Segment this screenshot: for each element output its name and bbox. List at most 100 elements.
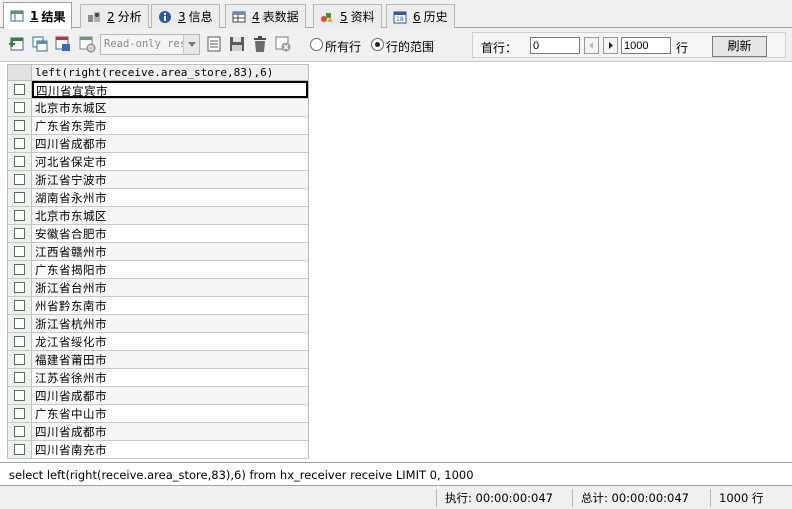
tab-table-data[interactable]: 4 表数据 <box>225 4 306 28</box>
row-checkbox[interactable] <box>14 372 25 383</box>
row-selector[interactable] <box>8 333 32 350</box>
row-selector[interactable] <box>8 423 32 440</box>
table-row[interactable]: 江苏省徐州市 <box>7 369 309 387</box>
tab-results[interactable]: 1 结果 <box>3 2 73 29</box>
row-selector[interactable] <box>8 243 32 260</box>
table-row[interactable]: 北京市东城区 <box>7 99 309 117</box>
table-row[interactable]: 广东省揭阳市 <box>7 261 309 279</box>
readonly-mode-select[interactable]: Read-only res <box>100 34 200 55</box>
row-selector[interactable] <box>8 225 32 242</box>
row-selector[interactable] <box>8 189 32 206</box>
row-selector[interactable] <box>8 99 32 116</box>
row-checkbox[interactable] <box>14 264 25 275</box>
row-checkbox[interactable] <box>14 354 25 365</box>
table-cell[interactable]: 福建省莆田市 <box>32 351 308 368</box>
table-row[interactable]: 四川省宜宾市 <box>7 81 309 99</box>
table-cell[interactable]: 四川省成都市 <box>32 423 308 440</box>
row-selector[interactable] <box>8 405 32 422</box>
table-cell[interactable]: 四川省宜宾市 <box>32 81 308 98</box>
table-cell[interactable]: 广东省东莞市 <box>32 117 308 134</box>
row-selector[interactable] <box>8 135 32 152</box>
table-row[interactable]: 广东省中山市 <box>7 405 309 423</box>
row-selector[interactable] <box>8 369 32 386</box>
row-selector[interactable] <box>8 315 32 332</box>
row-checkbox[interactable] <box>14 156 25 167</box>
row-checkbox[interactable] <box>14 444 25 455</box>
table-cell[interactable]: 江西省赣州市 <box>32 243 308 260</box>
table-row[interactable]: 安徽省合肥市 <box>7 225 309 243</box>
tab-history[interactable]: 18 6 历史 <box>386 4 455 28</box>
table-cell[interactable]: 北京市东城区 <box>32 207 308 224</box>
duplicate-row-icon[interactable] <box>31 35 49 53</box>
table-cell[interactable]: 湖南省永州市 <box>32 189 308 206</box>
table-cell[interactable]: 浙江省台州市 <box>32 279 308 296</box>
table-row[interactable]: 四川省成都市 <box>7 387 309 405</box>
next-page-button[interactable] <box>603 37 618 54</box>
table-row[interactable]: 龙江省绥化市 <box>7 333 309 351</box>
export-icon[interactable] <box>205 35 223 53</box>
row-checkbox[interactable] <box>14 318 25 329</box>
table-row[interactable]: 福建省莆田市 <box>7 351 309 369</box>
table-cell[interactable]: 州省黔东南市 <box>32 297 308 314</box>
tab-profiler[interactable]: 2 分析 <box>80 4 149 28</box>
previous-page-button[interactable] <box>584 37 599 54</box>
row-checkbox[interactable] <box>14 192 25 203</box>
row-checkbox[interactable] <box>14 174 25 185</box>
row-selector[interactable] <box>8 207 32 224</box>
row-checkbox[interactable] <box>14 120 25 131</box>
row-checkbox[interactable] <box>14 408 25 419</box>
row-checkbox[interactable] <box>14 210 25 221</box>
table-row[interactable]: 四川省成都市 <box>7 135 309 153</box>
table-row[interactable]: 浙江省杭州市 <box>7 315 309 333</box>
save-row-icon[interactable] <box>54 35 72 53</box>
row-selector[interactable] <box>8 351 32 368</box>
table-row[interactable]: 北京市东城区 <box>7 207 309 225</box>
row-selector[interactable] <box>8 279 32 296</box>
row-selector[interactable] <box>8 441 32 458</box>
table-cell[interactable]: 浙江省宁波市 <box>32 171 308 188</box>
delete-trash-icon[interactable] <box>251 35 269 53</box>
tab-objects[interactable]: 5 资料 <box>313 4 382 28</box>
first-row-input[interactable] <box>530 37 580 54</box>
table-row[interactable]: 浙江省宁波市 <box>7 171 309 189</box>
row-selector[interactable] <box>8 297 32 314</box>
table-row[interactable]: 江西省赣州市 <box>7 243 309 261</box>
save-disk-icon[interactable] <box>228 35 246 53</box>
table-cell[interactable]: 广东省中山市 <box>32 405 308 422</box>
select-all-corner[interactable] <box>8 65 32 80</box>
table-cell[interactable]: 四川省成都市 <box>32 135 308 152</box>
table-row[interactable]: 州省黔东南市 <box>7 297 309 315</box>
row-checkbox[interactable] <box>14 336 25 347</box>
tab-info[interactable]: 3 信息 <box>151 4 220 28</box>
cancel-changes-icon[interactable] <box>78 35 96 53</box>
row-checkbox[interactable] <box>14 390 25 401</box>
table-cell[interactable]: 北京市东城区 <box>32 99 308 116</box>
all-rows-radio[interactable] <box>310 38 323 51</box>
row-count-input[interactable] <box>621 37 671 54</box>
table-cell[interactable]: 江苏省徐州市 <box>32 369 308 386</box>
table-cell[interactable]: 广东省揭阳市 <box>32 261 308 278</box>
row-checkbox[interactable] <box>14 228 25 239</box>
table-cell[interactable]: 河北省保定市 <box>32 153 308 170</box>
table-cell[interactable]: 安徽省合肥市 <box>32 225 308 242</box>
table-row[interactable]: 浙江省台州市 <box>7 279 309 297</box>
row-selector[interactable] <box>8 81 32 98</box>
table-row[interactable]: 广东省东莞市 <box>7 117 309 135</box>
row-selector[interactable] <box>8 171 32 188</box>
table-cell[interactable]: 龙江省绥化市 <box>32 333 308 350</box>
clear-cancel-icon[interactable] <box>274 35 292 53</box>
table-cell[interactable]: 四川省南充市 <box>32 441 308 458</box>
table-row[interactable]: 河北省保定市 <box>7 153 309 171</box>
refresh-button[interactable]: 刷新 <box>712 36 767 57</box>
table-row[interactable]: 湖南省永州市 <box>7 189 309 207</box>
table-cell[interactable]: 四川省成都市 <box>32 387 308 404</box>
table-cell[interactable]: 浙江省杭州市 <box>32 315 308 332</box>
row-checkbox[interactable] <box>14 282 25 293</box>
table-row[interactable]: 四川省成都市 <box>7 423 309 441</box>
row-selector[interactable] <box>8 387 32 404</box>
table-row[interactable]: 四川省南充市 <box>7 441 309 459</box>
column-header[interactable]: left(right(receive.area_store,83),6) <box>32 65 308 80</box>
row-checkbox[interactable] <box>14 138 25 149</box>
row-checkbox[interactable] <box>14 300 25 311</box>
row-checkbox[interactable] <box>14 246 25 257</box>
